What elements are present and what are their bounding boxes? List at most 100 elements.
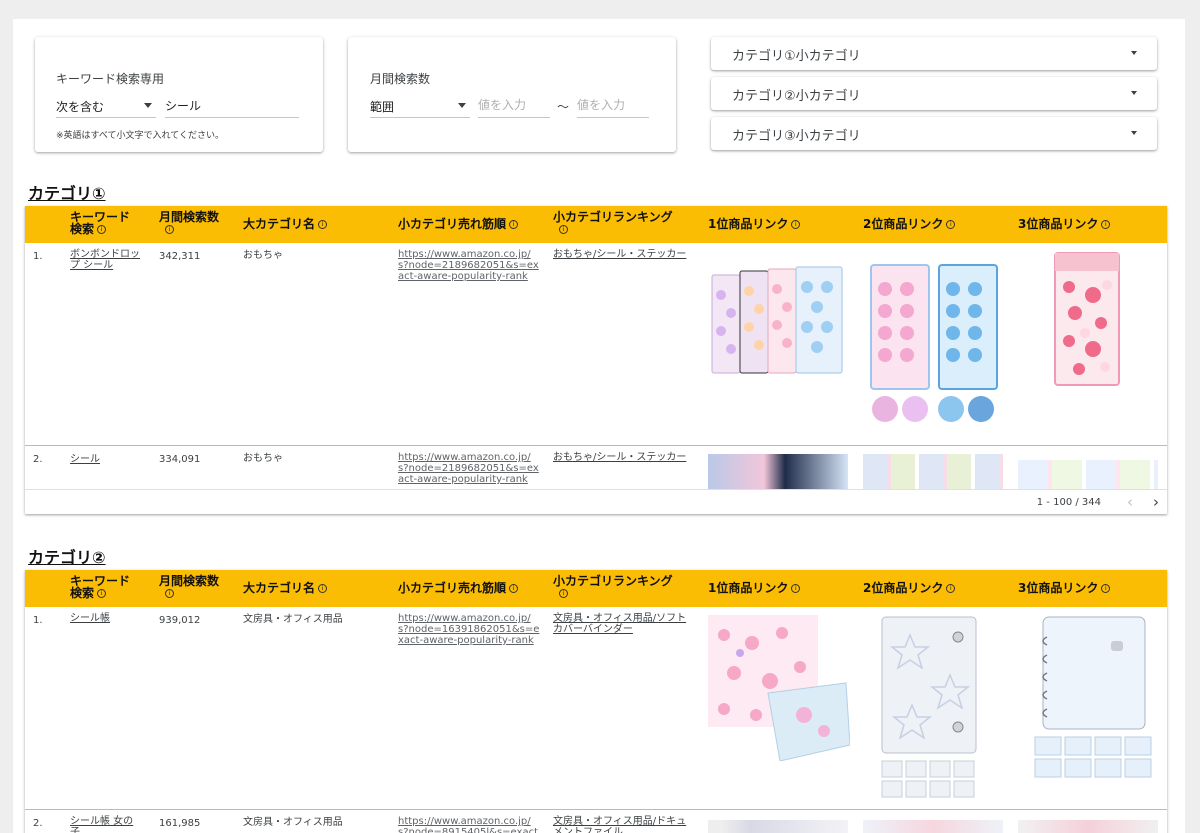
col-rank1[interactable]: 1位商品リンク i [708, 218, 801, 230]
product3-image[interactable] [1018, 460, 1158, 490]
col-ranking[interactable]: 小カテゴリランキング i [553, 211, 673, 235]
monthly-value: 342,311 [159, 251, 201, 262]
monthly-min-field[interactable] [478, 94, 550, 118]
product2-image[interactable] [863, 454, 1003, 490]
dropdown-caret-icon [458, 103, 466, 108]
info-icon[interactable]: i [791, 584, 801, 593]
category3-subcategory-dropdown[interactable]: カテゴリ③小カテゴリ [711, 117, 1157, 150]
info-icon[interactable]: i [559, 225, 568, 234]
keyword-operator-select[interactable]: 次を含む [56, 94, 156, 118]
product1-image[interactable] [708, 615, 850, 761]
section1-table: キーワード 検索 i 月間検索数 i 大カテゴリ名 i 小カテゴリ売れ筋順 i 小カテゴ… [25, 206, 1167, 514]
product2-image[interactable] [867, 261, 1017, 425]
monthly-filter-card: 月間検索数 範囲 〜 [348, 37, 676, 152]
col-monthly[interactable]: 月間検索数 i [159, 211, 219, 235]
category-value: おもちゃ [243, 453, 283, 464]
info-icon[interactable]: i [509, 220, 519, 229]
bestseller-url-link[interactable]: https://www.amazon.co.jp/s?node=21896820… [398, 452, 540, 485]
col-rank2-label: 2位商品リンク [863, 581, 944, 595]
info-icon[interactable]: i [97, 589, 107, 598]
product3-image[interactable] [1053, 251, 1121, 387]
chevron-right-icon[interactable]: › [1153, 495, 1159, 510]
info-icon[interactable]: i [318, 220, 328, 229]
monthly-operator-select[interactable]: 範囲 [370, 94, 470, 118]
col-category[interactable]: 大カテゴリ名 i [243, 218, 328, 230]
kitty-sticker-sheet-image [1054, 252, 1120, 386]
bonbon-sticker-sheets-image [870, 264, 998, 422]
info-icon[interactable]: i [791, 220, 801, 229]
monthly-max-input[interactable] [577, 98, 649, 112]
info-icon[interactable]: i [165, 225, 174, 234]
keyword-link[interactable]: ボンボンドロップ シール [70, 249, 142, 271]
ranking-link[interactable]: おもちゃ/シール・ステッカー [553, 249, 689, 260]
clear-binder-image [881, 616, 977, 798]
section2-title: カテゴリ② [28, 548, 106, 567]
table-header: キーワード 検索 i 月間検索数 i 大カテゴリ名 i 小カテゴリ売れ筋順 i 小カテゴ… [25, 570, 1167, 607]
info-icon[interactable]: i [509, 584, 519, 593]
keyword-filter-card: キーワード検索専用 次を含む ※英語はすべて小文字で入れてください。 [35, 37, 323, 152]
product1-image[interactable] [708, 454, 848, 490]
monthly-min-input[interactable] [478, 98, 550, 112]
monthly-max-field[interactable] [577, 94, 649, 118]
dropdown-caret-icon [1131, 51, 1137, 55]
product1-image[interactable] [709, 265, 849, 377]
col-rank3[interactable]: 3位商品リンク i [1018, 581, 1111, 595]
dropdown-caret-icon [144, 103, 152, 108]
product2-image[interactable] [880, 615, 980, 801]
info-icon[interactable]: i [1101, 584, 1111, 593]
col-rank3-label: 3位商品リンク [1018, 581, 1099, 595]
col-rank1[interactable]: 1位商品リンク i [708, 582, 801, 594]
page-container: キーワード検索専用 次を含む ※英語はすべて小文字で入れてください。 月間検索数… [13, 19, 1185, 833]
product3-image[interactable] [1033, 615, 1153, 779]
monthly-operator-value: 範囲 [370, 100, 395, 114]
chevron-left-icon[interactable]: ‹ [1127, 495, 1133, 510]
ranking-link[interactable]: おもちゃ/シール・ステッカー [553, 452, 689, 463]
info-icon[interactable]: i [946, 220, 956, 229]
col-bestseller-label: 小カテゴリ売れ筋順 [398, 581, 507, 595]
monthly-value: 161,985 [159, 818, 201, 829]
col-bestseller[interactable]: 小カテゴリ売れ筋順 i [398, 581, 519, 595]
table-row: 1. ボンボンドロップ シール 342,311 おもちゃ https://www… [25, 243, 1167, 446]
pagination-label: 1 - 100 / 344 [1036, 497, 1101, 508]
category1-subcategory-dropdown[interactable]: カテゴリ①小カテゴリ [711, 37, 1157, 70]
category3-subcategory-label: カテゴリ③小カテゴリ [732, 129, 861, 144]
col-bestseller[interactable]: 小カテゴリ売れ筋順 i [398, 218, 519, 230]
info-icon[interactable]: i [559, 589, 568, 598]
dropdown-caret-icon [1131, 131, 1137, 135]
product3-image[interactable] [1018, 820, 1158, 833]
col-keyword[interactable]: キーワード 検索 i [70, 211, 130, 235]
col-category[interactable]: 大カテゴリ名 i [243, 582, 328, 594]
col-rank3[interactable]: 3位商品リンク i [1018, 218, 1111, 230]
info-icon[interactable]: i [165, 589, 174, 598]
col-monthly[interactable]: 月間検索数 i [159, 575, 219, 599]
col-keyword[interactable]: キーワード 検索 i [70, 575, 130, 599]
col-rank2[interactable]: 2位商品リンク i [863, 581, 956, 595]
info-icon[interactable]: i [318, 584, 328, 593]
info-icon[interactable]: i [946, 584, 956, 593]
bestseller-url-link[interactable]: https://www.amazon.co.jp/s?node=8915405l… [398, 816, 540, 833]
col-keyword-line2: 検索 [70, 586, 95, 600]
bestseller-url-link[interactable]: https://www.amazon.co.jp/s?node=21896820… [398, 249, 540, 282]
monthly-value: 939,012 [159, 615, 201, 626]
category-value: おもちゃ [243, 250, 283, 261]
bestseller-url-link[interactable]: https://www.amazon.co.jp/s?node=16391862… [398, 613, 540, 646]
dropdown-caret-icon [1131, 91, 1137, 95]
keyword-link[interactable]: シール帳 [70, 613, 142, 624]
col-ranking[interactable]: 小カテゴリランキング i [553, 575, 673, 599]
keyword-link[interactable]: シール [70, 454, 142, 465]
info-icon[interactable]: i [1101, 220, 1111, 229]
product1-image[interactable] [708, 820, 848, 833]
monthly-filter-title: 月間検索数 [370, 72, 431, 86]
keyword-link[interactable]: シール帳 女の子 [70, 816, 142, 833]
col-keyword-line2: 検索 [70, 222, 95, 236]
keyword-input[interactable] [165, 98, 299, 112]
pagination-bar: 1 - 100 / 344 ‹ › [25, 489, 1167, 514]
ranking-link[interactable]: 文房具・オフィス用品/ドキュメントファイル [553, 816, 689, 833]
col-rank2[interactable]: 2位商品リンク i [863, 218, 956, 230]
row-number: 2. [33, 454, 43, 465]
info-icon[interactable]: i [97, 225, 107, 234]
ranking-link[interactable]: 文房具・オフィス用品/ソフトカバーバインダー [553, 613, 689, 635]
keyword-input-field[interactable] [165, 94, 299, 118]
product2-image[interactable] [863, 820, 1003, 833]
category2-subcategory-dropdown[interactable]: カテゴリ②小カテゴリ [711, 77, 1157, 110]
